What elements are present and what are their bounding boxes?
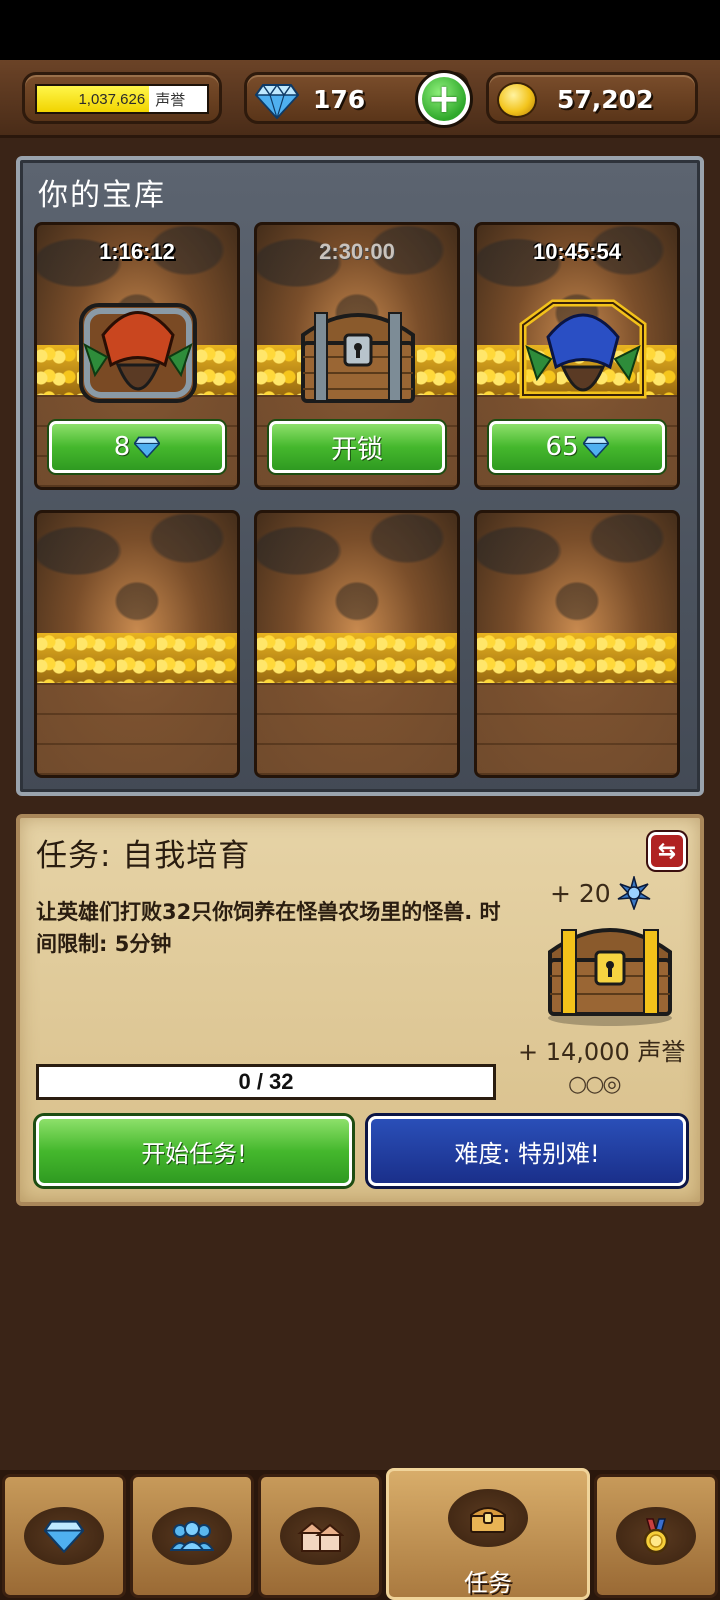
reputation-value: 1,037,626 (78, 90, 146, 108)
speedup-button[interactable]: 65 (489, 421, 665, 473)
resource-bar: 1,037,626 声誉 176 57,202 (0, 60, 720, 138)
speedup-cost: 65 (545, 432, 579, 462)
monster-chest-blue-icon (519, 299, 647, 399)
reputation-fill: 1,037,626 (37, 86, 150, 112)
status-bar (0, 0, 720, 60)
gold-pile (257, 633, 457, 683)
reward-shards-amount: + 20 (550, 878, 611, 908)
reward-reputation: + 14,000 声誉 (518, 1038, 686, 1066)
reputation-meter: 1,037,626 声誉 (35, 84, 209, 114)
quest-panel: 任务: 自我培育 ⇆ 让英雄们打败32只你饲养在怪兽农场里的怪兽. 时间限制: … (16, 814, 704, 1206)
diamond-icon (134, 436, 161, 458)
chest-timer: 10:45:54 (532, 239, 622, 264)
quest-progress-bar: 0 / 32 (36, 1064, 496, 1100)
gold-pile (477, 633, 677, 683)
golden-chest-icon (548, 928, 672, 1026)
gold-pile (37, 633, 237, 683)
diamond-icon (582, 436, 609, 458)
start-quest-button[interactable]: 开始任务! (36, 1116, 352, 1186)
vault-panel: 你的宝库 1:16:12 8 2:30:00 开锁 10:45:54 65 (16, 156, 704, 796)
difficulty-label: 难度: 特别难! (454, 1139, 600, 1168)
heroes-icon (170, 1521, 214, 1551)
difficulty-indicator: ○○◎ (568, 1072, 622, 1097)
speedup-button[interactable]: 8 (49, 421, 225, 473)
empty-vault-slot (34, 510, 240, 778)
tab-heroes[interactable] (130, 1474, 254, 1598)
reward-shards: + 20 (550, 876, 651, 910)
treasure-chest-icon (470, 1507, 506, 1533)
reputation-label: 声誉 (155, 90, 186, 109)
vault-slot[interactable]: 1:16:12 8 (34, 222, 240, 490)
tab-buildings[interactable] (258, 1474, 382, 1598)
progress-text: 0 / 32 (238, 1069, 294, 1094)
spiked-orb-icon (617, 876, 651, 910)
add-gems-button[interactable]: + (415, 70, 473, 128)
start-quest-label: 开始任务! (141, 1139, 247, 1168)
gems-icon (44, 1520, 84, 1553)
unlock-button[interactable]: 开锁 (269, 421, 445, 473)
buildings-icon (297, 1521, 344, 1552)
gem-count: 176 (313, 85, 366, 114)
vault-slot[interactable]: 2:30:00 开锁 (254, 222, 460, 490)
gold-count: 57,202 (557, 85, 654, 114)
tab-quests[interactable]: 任务 (386, 1468, 590, 1600)
reroll-quest-button[interactable]: ⇆ (648, 832, 686, 870)
tab-quests-label: 任务 (464, 1569, 512, 1597)
tab-gems[interactable] (2, 1474, 126, 1598)
diamond-icon (255, 83, 299, 119)
chest-timer: 2:30:00 (319, 239, 395, 264)
plus-icon: + (422, 77, 466, 121)
monster-chest-red-icon (79, 303, 197, 403)
chest-timer: 1:16:12 (99, 239, 175, 264)
gold-display[interactable]: 57,202 (486, 72, 698, 124)
difficulty-button[interactable]: 难度: 特别难! (368, 1116, 686, 1186)
vault-title: 你的宝库 (38, 178, 166, 213)
empty-vault-slot (474, 510, 680, 778)
wooden-chest-icon (301, 312, 415, 403)
unlock-label: 开锁 (330, 434, 383, 465)
medal-icon (643, 1518, 669, 1554)
reputation-display[interactable]: 1,037,626 声誉 (22, 72, 222, 124)
tab-achievements[interactable] (594, 1474, 718, 1598)
speedup-cost: 8 (113, 432, 131, 462)
bottom-navigation: 任务 (0, 1468, 720, 1600)
quest-description: 让英雄们打败32只你饲养在怪兽农场里的怪兽. 时间限制: 5分钟 (36, 900, 501, 956)
gold-coin-icon (497, 82, 537, 118)
empty-vault-slot (254, 510, 460, 778)
vault-slot[interactable]: 10:45:54 65 (474, 222, 680, 490)
quest-title: 任务: 自我培育 (36, 838, 251, 874)
refresh-icon: ⇆ (657, 838, 677, 864)
